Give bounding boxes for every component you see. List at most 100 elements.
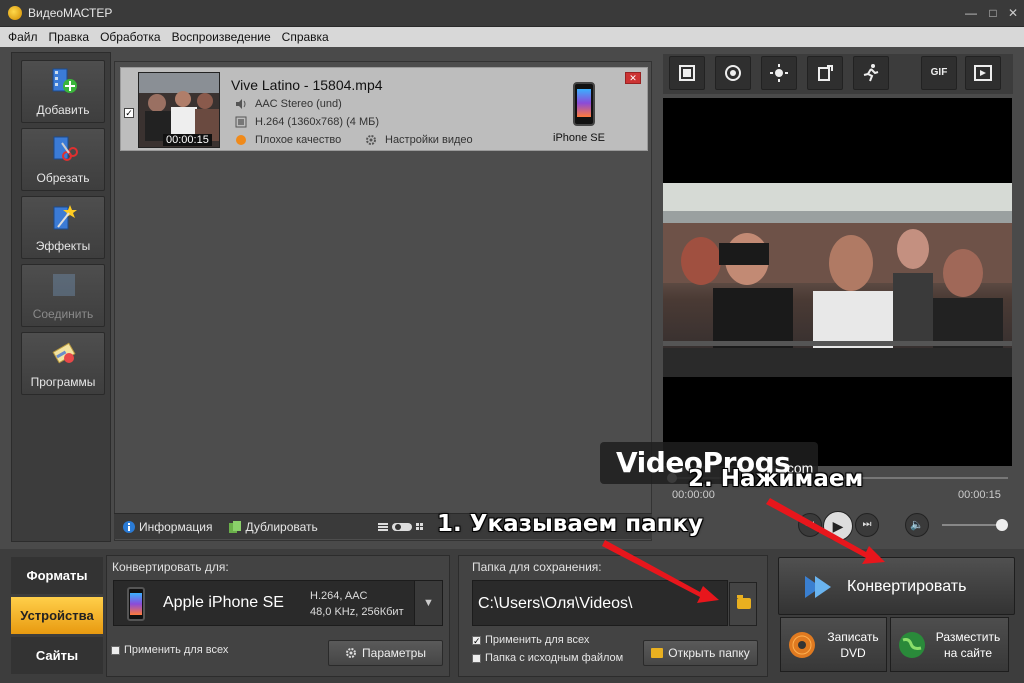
audio-text: AAC Stereo (und) <box>255 98 342 110</box>
info-button[interactable]: Информация <box>122 520 212 534</box>
publish-label-line2: на сайте <box>943 646 993 660</box>
info-label: Информация <box>139 519 213 534</box>
video-settings-link[interactable]: Настройки видео <box>365 134 473 146</box>
effects-label: Эффекты <box>35 239 91 253</box>
crop-icon[interactable] <box>669 56 705 90</box>
tab-sites[interactable]: Сайты <box>11 637 103 674</box>
join-film-icon <box>53 274 75 296</box>
device-selector[interactable]: Apple iPhone SE H.264, AAC 48,0 KHz, 256… <box>113 580 443 626</box>
play-icon[interactable]: ▶ <box>823 511 853 541</box>
add-button[interactable]: Добавить <box>21 60 105 123</box>
publish-online-button[interactable]: Разместить на сайте <box>890 617 1009 672</box>
convert-label: Конвертировать <box>847 578 967 595</box>
add-label: Добавить <box>36 103 90 117</box>
checkbox-box[interactable]: ✓ <box>472 635 481 645</box>
step2-annotation: 2. Нажимаем <box>688 466 864 492</box>
source-folder-checkbox[interactable]: Папка с исходным файлом <box>472 652 623 664</box>
gear-icon <box>345 647 357 659</box>
checkbox-box[interactable] <box>111 645 120 655</box>
file-list: ✓ 00:00:15 Vive Latino - 15804.mp4 AAC S… <box>114 61 652 541</box>
device-spec-codec: H.264, AAC <box>310 590 368 602</box>
device-name: Apple iPhone SE <box>163 594 284 611</box>
minimize-icon[interactable]: — <box>964 6 978 20</box>
file-row[interactable]: ✓ 00:00:15 Vive Latino - 15804.mp4 AAC S… <box>120 67 648 151</box>
speed-icon[interactable] <box>853 56 889 90</box>
video-preview[interactable] <box>663 98 1012 466</box>
burn-dvd-button[interactable]: Записать DVD <box>780 617 887 672</box>
folder-icon <box>651 648 664 658</box>
quality-warning-icon <box>235 134 247 146</box>
volume-icon[interactable]: 🔈 <box>905 513 929 537</box>
apply-all-save-label: Применить для всех <box>485 634 590 646</box>
gear-icon <box>365 134 377 146</box>
chevron-down-icon[interactable]: ▼ <box>414 581 442 625</box>
add-film-icon <box>52 68 77 93</box>
quality-text: Плохое качество <box>255 134 342 146</box>
next-frame-icon[interactable]: ⏭ <box>855 513 879 537</box>
duplicate-icon <box>228 520 242 534</box>
join-button[interactable]: Соединить <box>21 264 105 327</box>
video-thumbnail: 00:00:15 <box>138 72 220 148</box>
menu-help[interactable]: Справка <box>282 30 329 44</box>
info-icon <box>122 520 136 534</box>
apply-all-convert-checkbox[interactable]: Применить для всех <box>111 644 228 656</box>
duration-label: 00:00:15 <box>163 134 212 146</box>
video-settings-text: Настройки видео <box>385 134 473 146</box>
rotate-icon[interactable] <box>807 56 843 90</box>
dvd-disc-icon <box>789 632 815 658</box>
menu-file[interactable]: Файл <box>8 30 38 44</box>
menu-processing[interactable]: Обработка <box>100 30 161 44</box>
menu-bar: Файл Правка Обработка Воспроизведение Сп… <box>0 27 1024 47</box>
menu-edit[interactable]: Правка <box>49 30 90 44</box>
volume-handle[interactable] <box>996 519 1008 531</box>
parameters-label: Параметры <box>362 646 426 660</box>
file-checkbox[interactable]: ✓ <box>124 108 134 118</box>
view-toggle[interactable] <box>377 521 428 533</box>
save-folder-label: Папка для сохранения: <box>472 560 602 574</box>
brightness-icon[interactable] <box>761 56 797 90</box>
target-device-label: iPhone SE <box>553 132 605 144</box>
convert-icon <box>805 576 831 598</box>
menu-playback[interactable]: Воспроизведение <box>172 30 271 44</box>
device-spec-audio: 48,0 KHz, 256Кбит <box>310 606 404 618</box>
convert-button[interactable]: Конвертировать <box>778 557 1015 615</box>
app-logo-icon <box>8 6 22 20</box>
apply-all-save-checkbox[interactable]: ✓ Применить для всех <box>472 634 589 646</box>
speaker-icon <box>235 98 247 110</box>
apply-all-convert-label: Применить для всех <box>124 644 229 656</box>
view-toggle-icon <box>377 522 423 531</box>
parameters-button[interactable]: Параметры <box>328 640 443 666</box>
phone-icon <box>127 587 145 621</box>
effects-button[interactable]: Эффекты <box>21 196 105 259</box>
preview-toolbar: GIF <box>663 54 1013 94</box>
browse-folder-button[interactable] <box>729 582 757 626</box>
programs-label: Программы <box>30 375 96 389</box>
stabilize-icon[interactable] <box>715 56 751 90</box>
duplicate-button[interactable]: Дублировать <box>228 520 318 534</box>
volume-slider[interactable] <box>942 519 1008 531</box>
video-info: H.264 (1360x768) (4 МБ) <box>235 116 379 128</box>
video-frame <box>663 183 1012 377</box>
join-label: Соединить <box>32 307 94 321</box>
save-path-field[interactable]: C:\Users\Оля\Videos\ <box>472 580 728 626</box>
globe-icon <box>899 632 925 658</box>
quality-info[interactable]: Плохое качество <box>235 134 341 146</box>
publish-label-line1: Разместить <box>935 630 1001 644</box>
dvd-label-line2: DVD <box>840 646 866 660</box>
convert-for-label: Конвертировать для: <box>112 560 229 574</box>
save-path-text: C:\Users\Оля\Videos\ <box>478 595 633 612</box>
programs-button[interactable]: Программы <box>21 332 105 395</box>
trim-button[interactable]: Обрезать <box>21 128 105 191</box>
tab-formats[interactable]: Форматы <box>11 557 103 594</box>
maximize-icon[interactable]: □ <box>986 6 1000 20</box>
close-icon[interactable]: ✕ <box>1006 6 1020 20</box>
open-folder-button[interactable]: Открыть папку <box>643 640 758 666</box>
gif-button[interactable]: GIF <box>921 56 957 90</box>
tab-devices[interactable]: Устройства <box>11 597 103 634</box>
fullscreen-icon[interactable] <box>965 56 1001 90</box>
previous-frame-icon[interactable]: ⏮ <box>798 513 822 537</box>
audio-info: AAC Stereo (und) <box>235 98 342 110</box>
trim-label: Обрезать <box>36 171 90 185</box>
remove-file-icon[interactable]: ✕ <box>625 72 641 84</box>
checkbox-box[interactable] <box>472 653 481 663</box>
